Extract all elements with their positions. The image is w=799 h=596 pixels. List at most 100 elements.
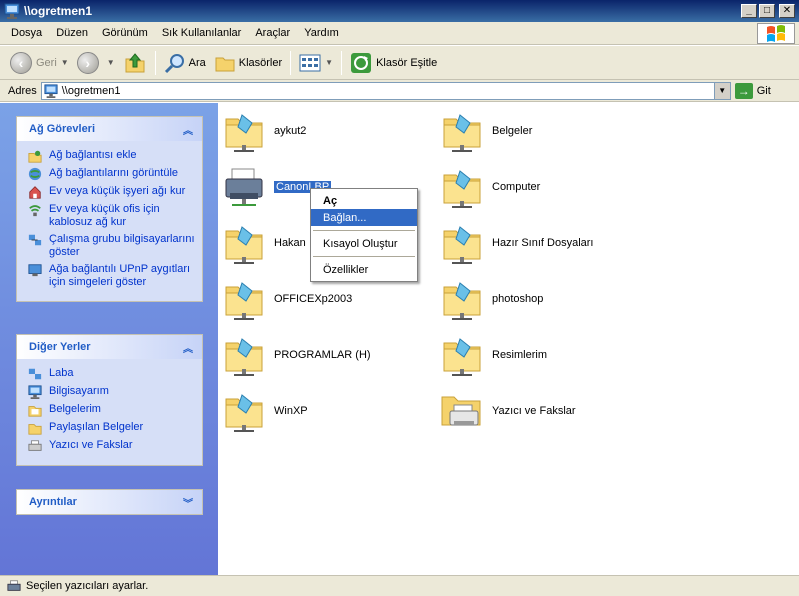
place-my-computer[interactable]: Bilgisayarım — [27, 385, 196, 399]
folder-item[interactable]: photoshop — [440, 277, 543, 321]
up-button[interactable] — [119, 49, 151, 77]
network-computer-icon — [4, 3, 20, 19]
toolbar-separator — [290, 50, 292, 75]
address-bar: Adres \\ogretmen1 ▼ → Git — [0, 80, 799, 102]
place-printers-faxes[interactable]: Yazıcı ve Fakslar — [27, 439, 196, 453]
folder-item[interactable]: Computer — [440, 165, 540, 209]
details-header[interactable]: Ayrıntılar ︾ — [17, 490, 202, 514]
sync-label: Klasör Eşitle — [376, 56, 438, 69]
details-panel: Ayrıntılar ︾ — [16, 489, 203, 515]
shared-folder-icon — [440, 165, 484, 209]
ctx-open[interactable]: Aç — [311, 192, 417, 209]
ctx-properties[interactable]: Özellikler — [311, 261, 417, 278]
other-places-header[interactable]: Diğer Yerler ︽ — [17, 335, 202, 359]
chevron-down-icon: ▼ — [60, 58, 69, 67]
title-bar: \\ogretmen1 _ □ ✕ — [0, 0, 799, 22]
folder-item[interactable]: WinXP — [222, 389, 308, 433]
status-bar: Seçilen yazıcıları ayarlar. — [0, 575, 799, 596]
menu-help[interactable]: Yardım — [297, 27, 346, 39]
folder-item[interactable]: Belgeler — [440, 109, 532, 153]
ctx-separator — [313, 230, 415, 231]
folder-item[interactable]: Hakan — [222, 221, 306, 265]
details-title: Ayrıntılar — [29, 496, 77, 508]
printers-folder-icon — [440, 389, 484, 433]
place-my-documents[interactable]: Belgelerim — [27, 403, 196, 417]
collapse-chevron-icon[interactable]: ︽ — [180, 121, 196, 137]
home-network-icon — [29, 186, 41, 199]
maximize-button[interactable]: □ — [759, 4, 775, 18]
task-view-connections[interactable]: Ağ bağlantılarını görüntüle — [27, 167, 196, 181]
expand-chevron-icon[interactable]: ︾ — [180, 494, 196, 510]
windows-logo-icon — [757, 23, 795, 44]
upnp-device-icon — [28, 264, 42, 277]
toolbar-separator — [341, 50, 343, 75]
chevron-down-icon: ▼ — [325, 58, 334, 67]
shared-folder-icon — [440, 277, 484, 321]
folder-item[interactable]: OFFICEXp2003 — [222, 277, 352, 321]
close-button[interactable]: ✕ — [779, 4, 795, 18]
shared-folder-icon — [28, 424, 42, 435]
other-places-body: Laba Bilgisayarım Belgelerim Paylaşılan … — [17, 359, 202, 465]
task-show-workgroup[interactable]: Çalışma grubu bilgisayarlarını göster — [27, 233, 196, 259]
task-pane: Ağ Görevleri ︽ Ağ bağlantısı ekle Ağ bağ… — [0, 103, 218, 575]
go-button[interactable]: → Git — [734, 82, 771, 99]
task-add-network-place[interactable]: Ağ bağlantısı ekle — [27, 149, 196, 163]
sync-folder-button[interactable]: Klasör Eşitle — [346, 49, 441, 77]
back-button[interactable]: ‹ Geri ▼ — [6, 49, 73, 77]
shared-folder-icon — [222, 109, 266, 153]
network-computer-icon — [44, 84, 58, 98]
shared-folder-icon — [222, 277, 266, 321]
menu-view[interactable]: Görünüm — [95, 27, 155, 39]
menu-favorites[interactable]: Sık Kullanılanlar — [155, 27, 249, 39]
menu-tools[interactable]: Araçlar — [248, 27, 297, 39]
ctx-connect[interactable]: Bağlan... — [311, 209, 417, 226]
printers-folder-item[interactable]: Yazıcı ve Fakslar — [440, 389, 576, 433]
shared-folder-icon — [222, 221, 266, 265]
search-icon — [164, 53, 184, 73]
other-places-panel: Diğer Yerler ︽ Laba Bilgisayarım Belgele… — [16, 334, 203, 466]
workgroup-icon — [28, 234, 42, 246]
workgroup-icon — [28, 368, 42, 380]
network-tasks-header[interactable]: Ağ Görevleri ︽ — [17, 117, 202, 141]
forward-button[interactable]: › ▼ — [73, 49, 119, 77]
network-tasks-body: Ağ bağlantısı ekle Ağ bağlantılarını gör… — [17, 141, 202, 301]
minimize-button[interactable]: _ — [741, 4, 757, 18]
shared-folder-icon — [222, 389, 266, 433]
task-show-upnp[interactable]: Ağa bağlantılı UPnP aygıtları için simge… — [27, 263, 196, 289]
shared-folder-icon — [440, 221, 484, 265]
task-wireless-setup[interactable]: Ev veya küçük ofis için kablosuz ağ kur — [27, 203, 196, 229]
search-button[interactable]: Ara — [160, 49, 210, 77]
wireless-icon — [29, 205, 41, 217]
ctx-separator — [313, 256, 415, 257]
forward-arrow-icon: › — [76, 51, 99, 74]
toolbar-separator — [154, 50, 156, 75]
views-icon — [299, 54, 321, 71]
go-label: Git — [756, 84, 771, 97]
folder-item[interactable]: Resimlerim — [440, 333, 547, 377]
place-laba[interactable]: Laba — [27, 367, 196, 381]
task-home-network-setup[interactable]: Ev veya küçük işyeri ağı kur — [27, 185, 196, 199]
context-menu: Aç Bağlan... Kısayol Oluştur Özellikler — [310, 188, 418, 282]
address-dropdown-button[interactable]: ▼ — [713, 82, 730, 99]
place-shared-documents[interactable]: Paylaşılan Belgeler — [27, 421, 196, 435]
collapse-chevron-icon[interactable]: ︽ — [180, 339, 196, 355]
menu-file[interactable]: Dosya — [4, 27, 49, 39]
folder-item[interactable]: Hazır Sınıf Dosyaları — [440, 221, 593, 265]
network-tasks-title: Ağ Görevleri — [29, 123, 96, 135]
printer-icon — [222, 165, 266, 209]
printer-icon — [7, 580, 21, 591]
address-label: Adres — [8, 84, 37, 97]
globe-icon — [28, 167, 42, 181]
folder-item[interactable]: aykut2 — [222, 109, 306, 153]
shared-folder-icon — [222, 333, 266, 377]
menu-edit[interactable]: Düzen — [49, 27, 95, 39]
folder-item[interactable]: PROGRAMLAR (H) — [222, 333, 371, 377]
views-button[interactable]: ▼ — [295, 49, 337, 77]
search-label: Ara — [188, 56, 206, 69]
folders-button[interactable]: Klasörler — [210, 49, 286, 77]
menu-bar: Dosya Düzen Görünüm Sık Kullanılanlar Ar… — [0, 22, 799, 45]
back-label: Geri — [36, 56, 57, 69]
address-input[interactable]: \\ogretmen1 ▼ — [40, 81, 731, 100]
other-places-title: Diğer Yerler — [29, 341, 91, 353]
ctx-create-shortcut[interactable]: Kısayol Oluştur — [311, 235, 417, 252]
